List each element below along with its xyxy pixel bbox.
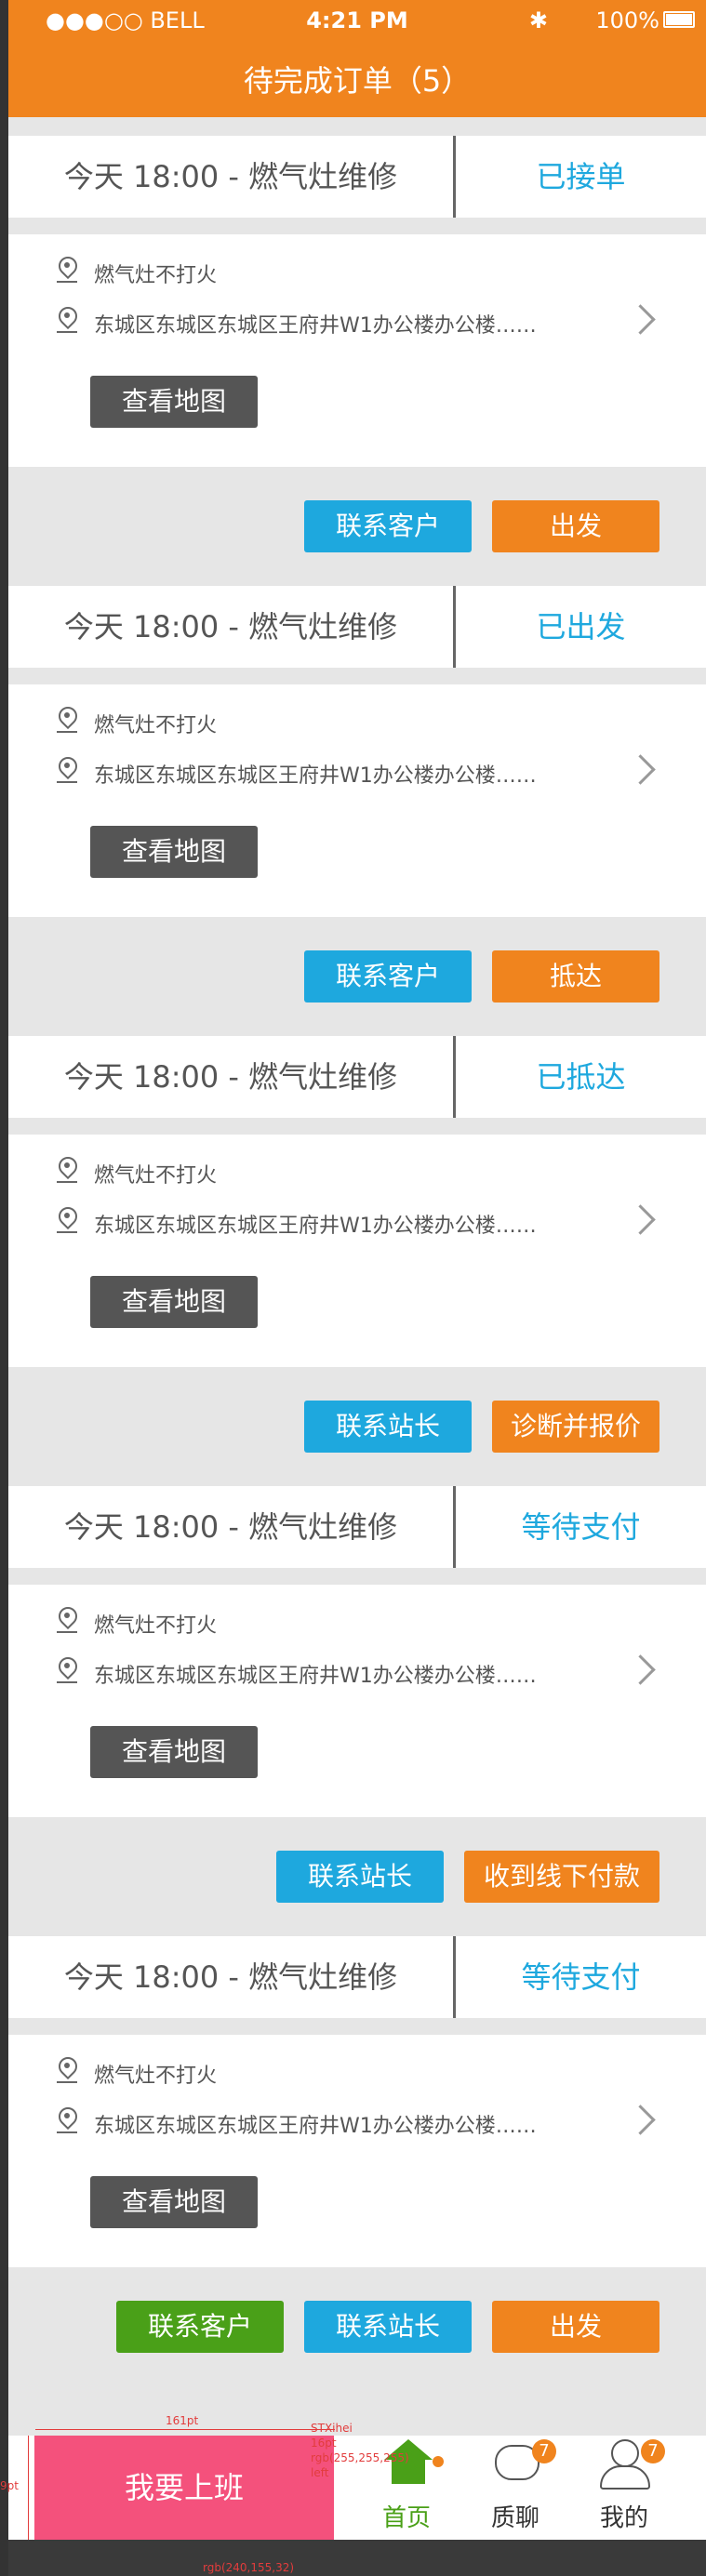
order-address: 东城区东城区东城区王府井W1办公楼办公楼……: [94, 314, 537, 338]
order-detail-row[interactable]: 燃气灶不打火东城区东城区东城区王府井W1办公楼办公楼…… 查看地图: [8, 2035, 706, 2267]
action-button[interactable]: 联系客户: [304, 500, 472, 552]
order-actions: 联系站长 诊断并报价: [8, 1367, 706, 1486]
go-to-work-button[interactable]: 我要上班: [34, 2436, 334, 2540]
order-issue: 燃气灶不打火: [94, 1614, 218, 1638]
action-button[interactable]: 联系客户: [116, 2301, 284, 2353]
order-status: 等待支付: [521, 1509, 641, 1545]
order-summary-row[interactable]: 今天 18:00 - 燃气灶维修 等待支付: [8, 1486, 706, 1568]
tab-profile[interactable]: 7 我的: [568, 2436, 680, 2540]
height-dimension-line: [28, 2436, 29, 2540]
chevron-right-icon[interactable]: [625, 2105, 656, 2135]
order-summary-row[interactable]: 今天 18:00 - 燃气灶维修 等待支付: [8, 1936, 706, 2018]
order-address: 东城区东城区东城区王府井W1办公楼办公楼……: [94, 764, 537, 788]
action-button[interactable]: 联系站长: [304, 2301, 472, 2353]
width-dimension-line: [35, 2429, 335, 2430]
page: ●●●○○ BELL 4:21 PM ✱ 100% 待完成订单（5） 今天 18…: [8, 0, 706, 2576]
order-card: 今天 18:00 - 燃气灶维修 已接单燃气灶不打火东城区东城区东城区王府井W1办…: [8, 136, 706, 586]
view-map-button[interactable]: 查看地图: [90, 1726, 258, 1778]
page-title: 待完成订单（5）: [243, 63, 472, 99]
location-pin-icon: [54, 702, 82, 735]
view-map-button[interactable]: 查看地图: [90, 2176, 258, 2228]
order-card: 今天 18:00 - 燃气灶维修 已出发燃气灶不打火东城区东城区东城区王府井W1办…: [8, 586, 706, 1036]
location-pin-icon: [54, 2052, 82, 2085]
order-summary-row[interactable]: 今天 18:00 - 燃气灶维修 已抵达: [8, 1036, 706, 1118]
chevron-right-icon[interactable]: [625, 304, 656, 335]
order-detail-row[interactable]: 燃气灶不打火东城区东城区东城区王府井W1办公楼办公楼…… 查看地图: [8, 1585, 706, 1817]
order-address: 东城区东城区东城区王府井W1办公楼办公楼……: [94, 1665, 537, 1688]
order-time-service: 今天 18:00 - 燃气灶维修: [63, 1059, 398, 1095]
order-time-service: 今天 18:00 - 燃气灶维修: [63, 609, 398, 644]
location-pin-icon: [54, 1202, 82, 1235]
order-issue: 燃气灶不打火: [94, 264, 218, 287]
action-button[interactable]: 出发: [492, 500, 659, 552]
height-annotation: 9pt: [0, 2479, 19, 2492]
chevron-right-icon[interactable]: [625, 754, 656, 785]
location-pin-icon: [54, 1602, 82, 1635]
color-annotation: rgb(255,255,255): [311, 2451, 409, 2464]
view-map-button[interactable]: 查看地图: [90, 1276, 258, 1328]
bluetooth-icon: ✱: [528, 7, 548, 33]
order-address: 东城区东城区东城区王府井W1办公楼办公楼……: [94, 2115, 537, 2138]
tab-chat-label: 质聊: [490, 2504, 539, 2532]
order-actions: 联系客户 出发: [8, 467, 706, 586]
action-button[interactable]: 收到线下付款: [464, 1851, 659, 1903]
action-button[interactable]: 出发: [492, 2301, 659, 2353]
order-summary-row[interactable]: 今天 18:00 - 燃气灶维修 已出发: [8, 586, 706, 668]
align-annotation: left: [311, 2466, 329, 2479]
order-issue: 燃气灶不打火: [94, 714, 218, 737]
order-time-service: 今天 18:00 - 燃气灶维修: [63, 1959, 398, 1995]
view-map-button[interactable]: 查看地图: [90, 376, 258, 428]
view-map-button[interactable]: 查看地图: [90, 826, 258, 878]
action-button[interactable]: 联系客户: [304, 950, 472, 1003]
order-status: 已抵达: [536, 1059, 626, 1095]
order-time-service: 今天 18:00 - 燃气灶维修: [63, 159, 398, 194]
order-actions: 联系客户 联系站长 出发: [8, 2267, 706, 2386]
font-annotation: STXihei: [311, 2422, 353, 2435]
size-annotation: 16pt: [311, 2437, 337, 2450]
action-button[interactable]: 诊断并报价: [492, 1401, 659, 1453]
chat-badge: 7: [532, 2439, 556, 2463]
location-pin-icon: [54, 1653, 82, 1685]
order-status: 已出发: [536, 609, 626, 644]
order-actions: 联系站长 收到线下付款: [8, 1817, 706, 1936]
order-issue: 燃气灶不打火: [94, 2065, 218, 2088]
order-summary-row[interactable]: 今天 18:00 - 燃气灶维修 已接单: [8, 136, 706, 218]
battery-label: 100%: [595, 7, 659, 33]
profile-badge: 7: [641, 2439, 665, 2463]
location-pin-icon: [54, 2103, 82, 2135]
battery-icon: [663, 11, 695, 28]
order-actions: 联系客户 抵达: [8, 917, 706, 1036]
order-time-service: 今天 18:00 - 燃气灶维修: [63, 1509, 398, 1545]
location-pin-icon: [54, 752, 82, 785]
tab-chat[interactable]: 7 质聊: [460, 2436, 571, 2540]
order-status: 等待支付: [521, 1959, 641, 1995]
order-issue: 燃气灶不打火: [94, 1164, 218, 1188]
bottom-strip: [8, 2540, 706, 2576]
user-icon: [611, 2439, 639, 2467]
order-card: 今天 18:00 - 燃气灶维修 等待支付燃气灶不打火东城区东城区东城区王府井W1…: [8, 1936, 706, 2386]
chevron-right-icon[interactable]: [625, 1654, 656, 1685]
location-pin-icon: [54, 302, 82, 335]
home-dot-badge: [433, 2456, 444, 2467]
width-annotation: 161pt: [166, 2414, 199, 2427]
location-pin-icon: [54, 252, 82, 285]
order-card: 今天 18:00 - 燃气灶维修 已抵达燃气灶不打火东城区东城区东城区王府井W1办…: [8, 1036, 706, 1486]
status-bar: ●●●○○ BELL 4:21 PM ✱ 100%: [8, 0, 706, 41]
header-bar: ●●●○○ BELL 4:21 PM ✱ 100% 待完成订单（5）: [8, 0, 706, 117]
user-icon-body: [600, 2465, 650, 2490]
tab-profile-label: 我的: [599, 2504, 648, 2532]
order-detail-row[interactable]: 燃气灶不打火东城区东城区东城区王府井W1办公楼办公楼…… 查看地图: [8, 234, 706, 467]
chevron-right-icon[interactable]: [625, 1204, 656, 1235]
tab-home-label: 首页: [381, 2504, 431, 2532]
bg-color-annotation: rgb(240,155,32): [203, 2561, 295, 2574]
order-card: 今天 18:00 - 燃气灶维修 等待支付燃气灶不打火东城区东城区东城区王府井W1…: [8, 1486, 706, 1936]
action-button[interactable]: 联系站长: [276, 1851, 444, 1903]
order-detail-row[interactable]: 燃气灶不打火东城区东城区东城区王府井W1办公楼办公楼…… 查看地图: [8, 684, 706, 917]
order-address: 东城区东城区东城区王府井W1办公楼办公楼……: [94, 1215, 537, 1238]
order-detail-row[interactable]: 燃气灶不打火东城区东城区东城区王府井W1办公楼办公楼…… 查看地图: [8, 1135, 706, 1367]
action-button[interactable]: 抵达: [492, 950, 659, 1003]
location-pin-icon: [54, 1152, 82, 1185]
order-status: 已接单: [536, 159, 626, 194]
action-button[interactable]: 联系站长: [304, 1401, 472, 1453]
